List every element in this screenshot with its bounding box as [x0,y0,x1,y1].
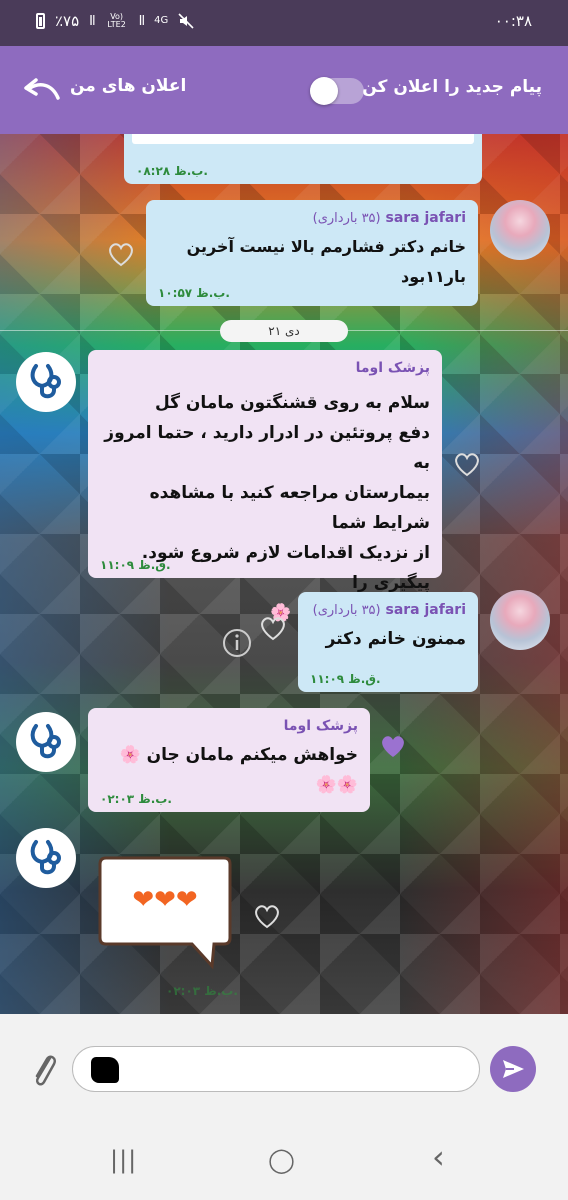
message-bubble[interactable]: پزشک اوما سلام به روی قشنگتون مامان گل د… [88,350,442,623]
battery-icon [36,13,45,29]
status-time: ۰۰:۳۸ [494,12,532,30]
sender-name-text: sara jafari [385,602,467,618]
message-line: سلام به روی قشنگتون مامان گل [154,393,430,413]
message-time: ۱۱:۰۹ ق.ظ. [100,558,171,572]
sender-name: پزشک اوما [355,360,430,376]
heart-sticker[interactable]: ❤❤❤ [96,852,234,970]
nav-back-button[interactable]: ‹ [432,1138,445,1176]
date-separator: ۲۱ دی [220,320,348,342]
status-left: ٪۷۵ Il Vo) LTE2 Il 4G [36,12,194,30]
paperclip-icon[interactable] [28,1048,60,1092]
app-header: اعلان های من پیام جدید را اعلان کن [0,46,568,134]
message-line: بیمارستان مراجعه کنید با مشاهده شرایط شم… [149,483,430,533]
sender-subtitle: (۳۵ بارداری) [312,211,381,226]
status-bar: ٪۷۵ Il Vo) LTE2 Il 4G ۰۰:۳۸ [0,0,568,46]
notify-toggle[interactable] [310,77,364,105]
page-title[interactable]: اعلان های من [70,76,186,96]
sender-name: پزشک اوما [283,718,358,734]
avatar[interactable] [490,200,550,260]
stethoscope-icon [30,364,61,399]
message-time: ۱۱:۰۹ ق.ظ. [310,672,381,686]
avatar[interactable] [16,712,76,772]
heart-icon[interactable] [106,240,136,268]
sticker-hearts: ❤❤❤ [132,885,197,915]
compose-bar [0,1014,568,1122]
message-text: ممنون خانم دکتر [325,629,466,649]
data-label: 4G [154,15,169,26]
message-time: ۰۲:۰۳ ب.ظ. [100,792,172,806]
message-content-partial [132,134,474,144]
message-text: خواهش میکنم مامان جان 🌸🌸🌸 [119,745,359,795]
message-time: ۰۸:۲۸ ب.ظ. [136,164,208,178]
toggle-knob[interactable] [310,77,338,105]
signal-icon: Il [89,13,96,29]
sender-name: sara jafari (۳۵ بارداری) [310,602,466,618]
stethoscope-icon [30,724,61,759]
notify-label: پیام جدید را اعلان کن [362,77,542,97]
message-time: ۱۰:۵۷ ب.ظ. [158,286,230,300]
network-label: Vo) LTE2 [107,12,126,29]
recents-button[interactable]: ||| [110,1146,137,1174]
sender-subtitle: (۳۵ بارداری) [312,603,381,618]
send-icon [503,1060,524,1078]
home-button[interactable]: ◯ [268,1146,295,1174]
heart-icon[interactable] [252,902,282,930]
message-bubble[interactable]: پزشک اوما خواهش میکنم مامان جان 🌸🌸🌸 ۰۲:۰… [88,708,370,812]
stethoscope-icon [30,840,61,875]
heart-icon[interactable] [378,732,408,760]
mute-icon [178,13,194,29]
message-text: خانم دکتر فشارمم بالا نیست آخرین بار۱۱بو… [186,237,466,286]
message-line: دفع پروتئین در ادرار دارید ، حتما امروز … [104,423,430,473]
signal-icon-2: Il [138,13,146,29]
heart-icon[interactable] [258,614,288,642]
avatar[interactable] [16,352,76,412]
chat-area[interactable]: ۰۸:۲۸ ب.ظ. sara jafari (۳۵ بارداری) خانم… [0,134,568,1014]
message-bubble[interactable]: sara jafari (۳۵ بارداری) خانم دکتر فشارم… [146,200,478,306]
back-arrow-icon[interactable] [22,76,62,104]
heart-icon[interactable] [452,450,482,478]
system-nav-bar: ||| ◯ ‹ [0,1122,568,1200]
sender-name-text: sara jafari [385,210,467,226]
send-button[interactable] [490,1046,536,1092]
sender-name: sara jafari (۳۵ بارداری) [158,210,466,226]
avatar[interactable] [16,828,76,888]
message-input[interactable] [72,1046,480,1092]
redacted-mark [91,1057,119,1083]
avatar[interactable] [490,590,550,650]
message-bubble[interactable]: ۰۸:۲۸ ب.ظ. [124,134,482,184]
battery-percent: ٪۷۵ [55,12,80,30]
message-bubble[interactable]: sara jafari (۳۵ بارداری) ممنون خانم دکتر… [298,592,478,692]
info-icon[interactable] [222,628,252,658]
message-time: ۰۲:۰۳ ب.ظ. [166,984,238,998]
